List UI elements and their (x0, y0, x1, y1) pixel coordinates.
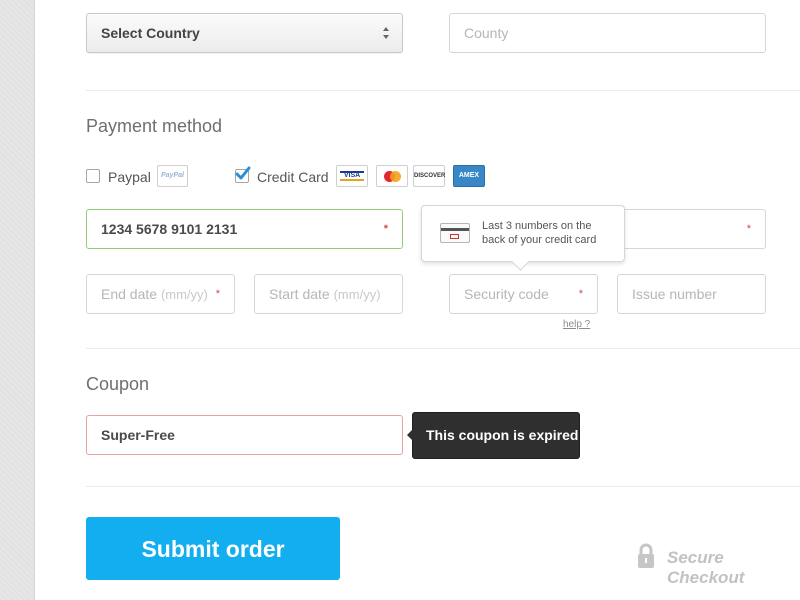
mastercard-icon (376, 165, 408, 187)
card-back-icon (440, 223, 470, 243)
coupon-value: Super-Free (101, 427, 175, 443)
start-date-input[interactable]: Start date (mm/yy) (254, 274, 403, 314)
coupon-title: Coupon (86, 374, 150, 394)
coupon-error-message: This coupon is expired (426, 427, 579, 443)
payment-method-title: Payment method (86, 116, 223, 136)
section-divider (86, 486, 800, 487)
end-date-hint: (mm/yy) (160, 287, 208, 302)
checkout-form-panel: Select Country County Payment method Pay… (35, 0, 800, 600)
credit-card-checkbox[interactable] (235, 166, 251, 183)
country-select-label: Select Country (101, 25, 200, 41)
card-number-input[interactable]: 1234 5678 9101 2131 * (86, 209, 403, 249)
paypal-checkbox[interactable] (86, 169, 100, 183)
visa-label: VISA (343, 172, 361, 179)
country-select[interactable]: Select Country (86, 13, 403, 53)
checkmark-icon (235, 166, 251, 180)
tooltip-line-2: back of your credit card (482, 234, 597, 246)
security-code-tooltip: Last 3 numbers on the back of your credi… (421, 205, 625, 271)
section-divider (86, 348, 800, 349)
lock-icon (637, 543, 655, 569)
paypal-label[interactable]: Paypal (108, 169, 151, 185)
amex-label: AMEX (458, 172, 480, 179)
discover-label: DISCOVER (414, 173, 446, 179)
required-star: * (215, 288, 220, 300)
end-date-input[interactable]: End date (mm/yy) * (86, 274, 235, 314)
security-code-placeholder: Security code (464, 286, 549, 302)
coupon-input[interactable]: Super-Free (86, 415, 403, 455)
issue-number-placeholder: Issue number (632, 286, 717, 302)
required-star: * (578, 288, 583, 300)
tooltip-line-1: Last 3 numbers on the (482, 220, 592, 232)
required-star: * (383, 223, 388, 235)
start-date-placeholder: Start date (269, 286, 330, 302)
submit-order-button[interactable]: Submit order (86, 517, 340, 580)
end-date-placeholder: End date (101, 286, 158, 302)
start-date-hint: (mm/yy) (333, 287, 381, 302)
security-code-input[interactable]: Security code * (449, 274, 598, 314)
section-divider (86, 90, 800, 91)
amex-card-icon: AMEX (453, 165, 485, 187)
visa-card-icon: VISA (336, 165, 368, 187)
credit-card-label[interactable]: Credit Card (257, 169, 329, 185)
coupon-error-tooltip: This coupon is expired (407, 412, 580, 459)
select-arrows-icon (383, 27, 389, 39)
issue-number-input[interactable]: Issue number (617, 274, 766, 314)
card-number-value: 1234 5678 9101 2131 (101, 221, 238, 237)
discover-card-icon: DISCOVER (413, 165, 445, 187)
required-star: * (746, 223, 751, 235)
secure-checkout-label: Secure Checkout (667, 548, 745, 587)
paypal-badge-icon: PayPal (157, 165, 188, 187)
county-input[interactable]: County (449, 13, 766, 53)
county-placeholder: County (464, 25, 509, 41)
security-help-link[interactable]: help ? (563, 319, 590, 330)
tooltip-caret (511, 252, 530, 271)
left-sidebar-texture (0, 0, 35, 600)
error-tooltip-caret (407, 429, 413, 441)
